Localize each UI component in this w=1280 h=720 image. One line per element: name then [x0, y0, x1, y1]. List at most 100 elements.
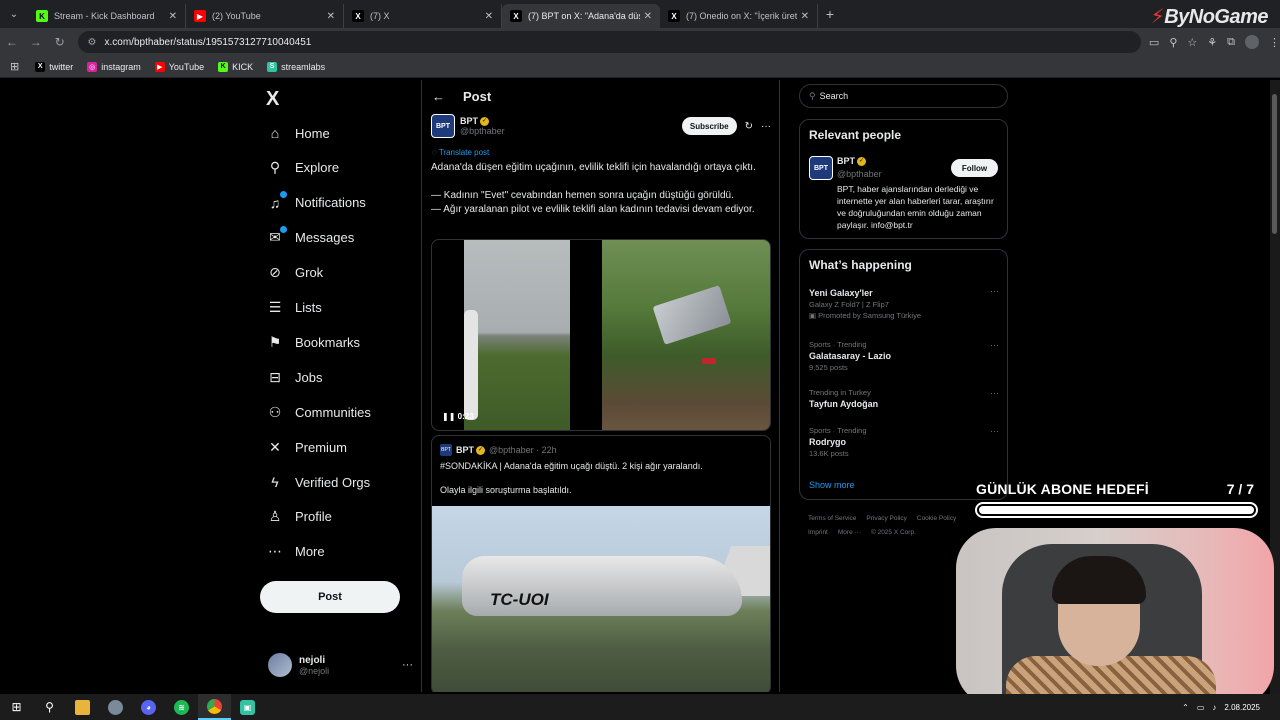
trend-item[interactable]: Yeni Galaxy'ler Galaxy Z Fold7 | Z Flip7 ▣… — [809, 286, 999, 320]
streamlabs-icon[interactable]: ▣ — [231, 694, 264, 720]
new-tab-button[interactable]: + — [818, 6, 842, 22]
nav-item-communities[interactable]: ⚇ Communities — [266, 403, 371, 421]
start-icon[interactable]: ⊞ — [0, 694, 33, 720]
discord-icon[interactable]: ◕ — [132, 694, 165, 720]
chrome-icon[interactable] — [198, 694, 231, 720]
folder-icon[interactable] — [66, 694, 99, 720]
show-more-link[interactable]: Show more — [809, 480, 855, 490]
search-input[interactable]: ⚲ Search — [799, 84, 1008, 108]
more-icon[interactable]: ··· — [990, 286, 999, 296]
translate-post-link[interactable]: ◌ Translate post — [432, 148, 489, 157]
search-icon[interactable]: ⚲ — [33, 694, 66, 720]
nav-item-bookmarks[interactable]: ⚑ Bookmarks — [266, 333, 360, 351]
author-name[interactable]: BPT — [460, 116, 478, 126]
footer-link[interactable]: © 2025 X Corp. — [871, 529, 916, 536]
more-icon[interactable]: ··· — [990, 426, 999, 436]
trend-item[interactable]: Sports · Trending Galatasaray - Lazio 9,52… — [809, 340, 999, 372]
nav-item-more[interactable]: ⋯ More — [266, 543, 325, 561]
more-icon[interactable]: ··· — [990, 388, 999, 398]
post-button[interactable]: Post — [260, 581, 400, 613]
relevant-handle[interactable]: @bpthaber — [837, 169, 882, 179]
footer-link[interactable]: Privacy Policy — [866, 515, 906, 522]
quoted-post[interactable]: BPT BPT ✓ @bpthaber · 22h #SONDAKİKA | A… — [431, 435, 771, 692]
author-avatar[interactable]: BPT — [431, 114, 455, 138]
close-icon[interactable]: ✕ — [169, 11, 177, 22]
star-icon[interactable]: ☆ — [1187, 36, 1197, 49]
network-icon[interactable]: ▭ — [1197, 703, 1205, 712]
tab-0[interactable]: K Stream - Kick Dashboard ✕ — [28, 4, 186, 28]
bookmark-icon: ▶ — [154, 61, 165, 72]
app-icon[interactable] — [99, 694, 132, 720]
nav-item-explore[interactable]: ⚲ Explore — [266, 159, 339, 177]
forward-icon[interactable]: → — [24, 35, 48, 49]
cast-icon[interactable]: ▭ — [1149, 36, 1159, 49]
bookmark-streamlabs[interactable]: Sstreamlabs — [267, 61, 325, 72]
pause-icon[interactable]: ❚❚ — [442, 412, 455, 421]
nav-item-profile[interactable]: ♙ Profile — [266, 508, 332, 526]
trend-item[interactable]: Trending in Turkey Tayfun Aydoğan ··· — [809, 388, 999, 409]
nav-item-jobs[interactable]: ⊟ Jobs — [266, 368, 322, 386]
more-icon[interactable]: ··· — [402, 659, 413, 671]
follow-button[interactable]: Follow — [951, 159, 998, 177]
footer-link[interactable]: Cookie Policy — [917, 515, 956, 522]
nav-item-premium[interactable]: ✕ Premium — [266, 438, 347, 456]
site-info-icon[interactable]: ⚙ — [88, 37, 97, 48]
relevant-name[interactable]: BPT — [837, 156, 855, 166]
url-text: x.com/bpthaber/status/195157312771004045… — [104, 36, 312, 48]
nav-item-lists[interactable]: ☰ Lists — [266, 299, 322, 317]
apps-grid-icon[interactable]: ⊞ — [10, 60, 19, 73]
tab-4[interactable]: X (7) Onedio on X: "İçerik üreticis ✕ — [660, 4, 818, 28]
close-icon[interactable]: ✕ — [644, 11, 652, 22]
list-icon: ☰ — [268, 299, 282, 315]
tab-2[interactable]: X (7) X ✕ — [344, 4, 502, 28]
address-bar[interactable]: ⚙ x.com/bpthaber/status/1951573127710040… — [77, 31, 1141, 53]
nav-item-home[interactable]: ⌂ Home — [266, 124, 330, 142]
tab-3[interactable]: X (7) BPT on X: "Adana'da düşen e ✕ — [502, 4, 660, 28]
bookmark-twitter[interactable]: Xtwitter — [35, 61, 73, 72]
spotify-icon[interactable]: ≋ — [165, 694, 198, 720]
taskbar-date[interactable]: 2.08.2025 — [1224, 703, 1260, 712]
back-arrow-icon[interactable]: ← — [432, 89, 445, 104]
chevron-up-icon[interactable]: ⌃ — [1182, 703, 1189, 712]
zoom-icon[interactable]: ⚲ — [1169, 36, 1177, 49]
x-logo[interactable]: X — [266, 88, 279, 111]
goal-value: 7 / 7 — [1226, 481, 1254, 497]
close-icon[interactable]: ✕ — [327, 11, 335, 22]
nav-item-label: Lists — [295, 300, 322, 315]
envelope-icon: ✉ — [266, 225, 287, 247]
bookmark-youtube[interactable]: ▶ YouTube — [154, 61, 204, 72]
extension-icon[interactable]: ⚘ — [1207, 36, 1217, 49]
nav-item-verified-orgs[interactable]: ϟ Verified Orgs — [266, 473, 370, 491]
video-player[interactable]: ❚❚ 0:23 — [431, 239, 771, 431]
tab-1[interactable]: ▶ (2) YouTube ✕ — [186, 4, 344, 28]
quote-image[interactable]: TC-UOI — [432, 506, 770, 692]
trend-item[interactable]: Sports · Trending Rodrygo 13.6K posts ··· — [809, 426, 999, 458]
nav-item-grok[interactable]: ⊘ Grok — [266, 264, 323, 282]
footer-link[interactable]: Imprint — [808, 529, 828, 536]
bookmark-kick[interactable]: K KICK — [218, 61, 253, 72]
close-icon[interactable]: ✕ — [801, 11, 809, 22]
verified-badge-icon: ✓ — [857, 157, 866, 167]
volume-icon[interactable]: ♪ — [1212, 703, 1216, 712]
account-switcher[interactable]: nejoli @nejoli ··· — [268, 653, 413, 677]
puzzle-icon[interactable]: ⧉ — [1227, 36, 1235, 49]
nav-item-notifications[interactable]: ♫ Notifications — [266, 190, 366, 212]
bookmark-instagram[interactable]: ◎ instagram — [87, 61, 141, 72]
author-handle[interactable]: @bpthaber — [460, 126, 505, 136]
back-icon[interactable]: ← — [0, 35, 24, 49]
subscribe-button[interactable]: Subscribe — [681, 117, 737, 135]
more-icon[interactable]: ··· — [761, 121, 771, 132]
trend-context: Trending in Turkey — [809, 388, 871, 397]
more-icon[interactable]: ··· — [990, 340, 999, 350]
close-icon[interactable]: ✕ — [485, 11, 493, 22]
video-controls[interactable]: ❚❚ 0:23 — [442, 412, 474, 421]
menu-icon[interactable]: ⋮ — [1269, 36, 1280, 49]
grok-icon[interactable]: ↻ — [745, 121, 753, 132]
author-avatar[interactable]: BPT — [809, 156, 833, 180]
profile-avatar[interactable] — [1244, 35, 1259, 49]
nav-item-messages[interactable]: ✉ Messages — [266, 225, 354, 247]
footer-link[interactable]: Terms of Service — [808, 515, 856, 522]
reload-icon[interactable]: ↻ — [48, 35, 72, 49]
footer-link[interactable]: More ··· — [838, 529, 861, 536]
tab-search-icon[interactable]: ⌄ — [0, 0, 28, 28]
